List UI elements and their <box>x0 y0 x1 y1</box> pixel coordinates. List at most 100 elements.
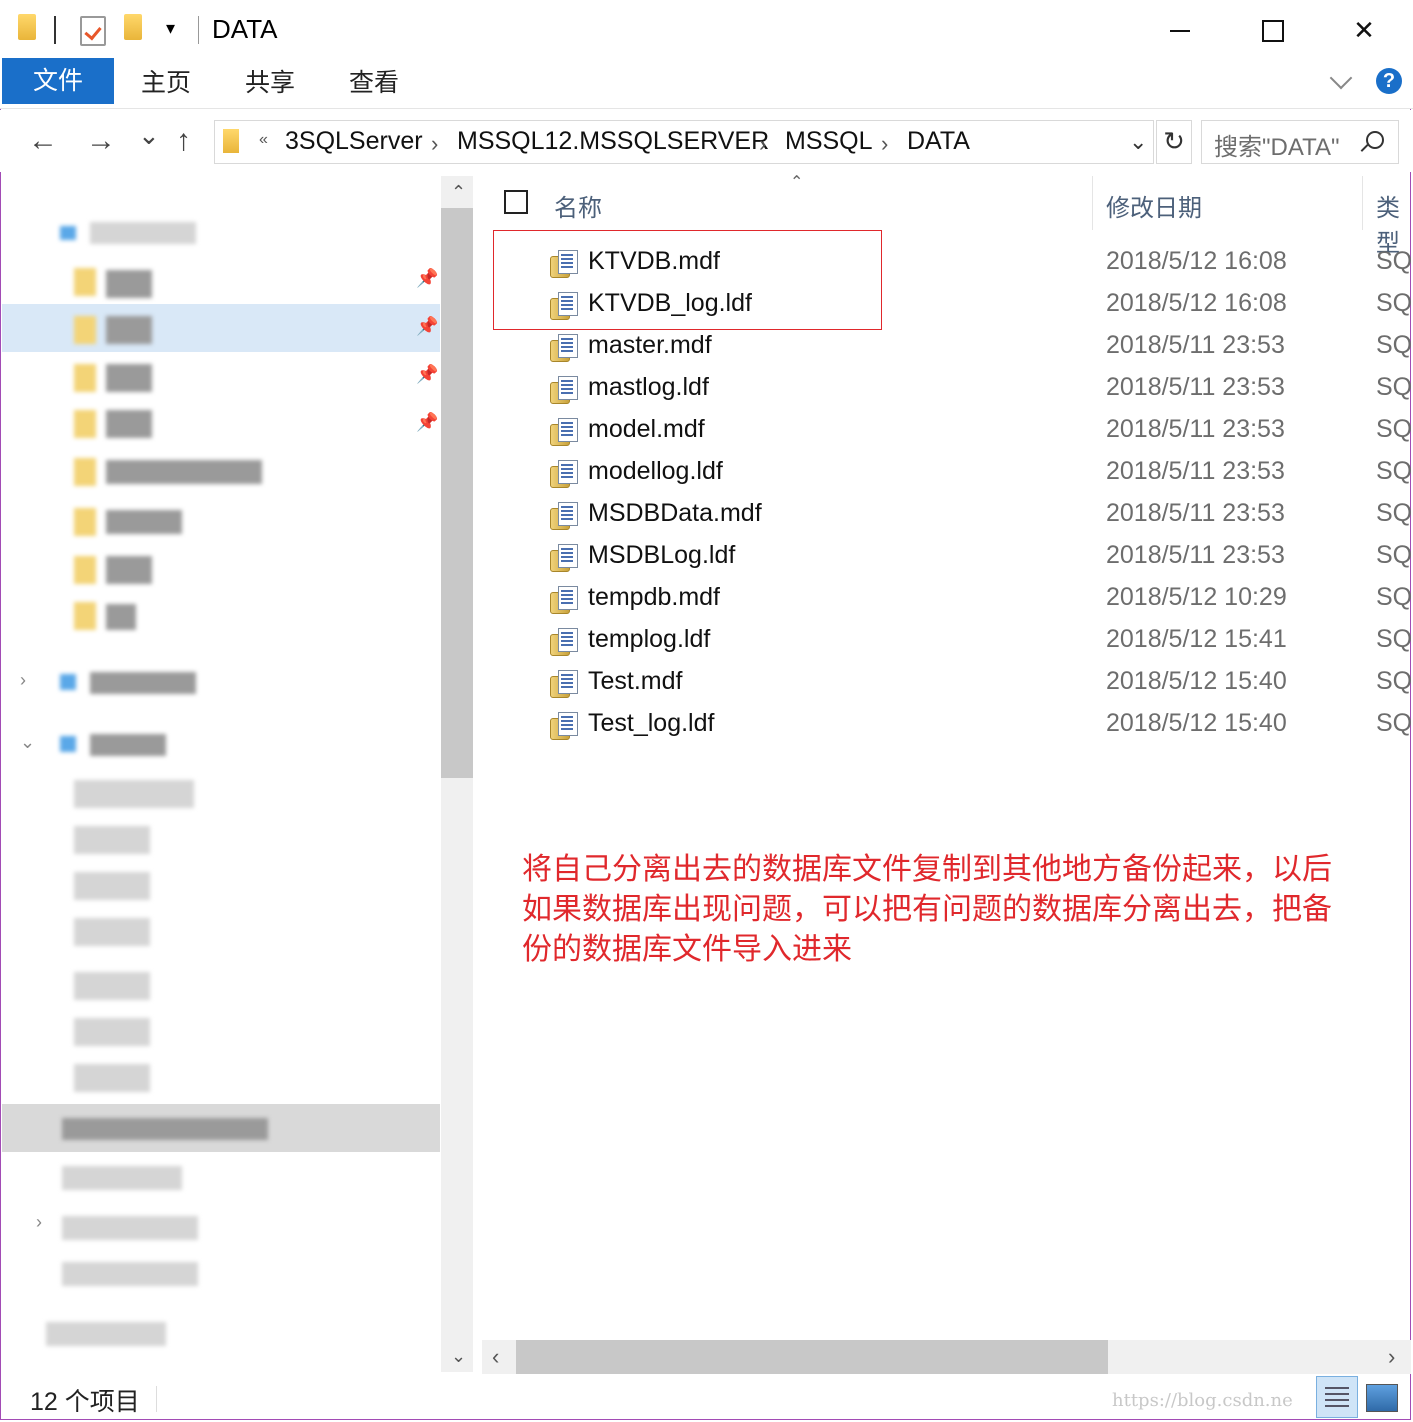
breadcrumb-mssql12[interactable]: MSSQL12.MSSQLSERVER <box>457 127 769 156</box>
customize-dropdown-icon[interactable]: ▾ <box>166 18 175 39</box>
scrollbar-thumb[interactable] <box>516 1340 1108 1374</box>
scroll-down-icon[interactable]: ⌄ <box>451 1346 466 1367</box>
tab-home[interactable]: 主页 <box>141 58 191 104</box>
breadcrumb-3sqlserver[interactable]: 3SQLServer <box>285 127 423 156</box>
nav-item-blurred[interactable] <box>74 872 150 900</box>
watermark: https://blog.csdn.ne <box>1112 1390 1293 1411</box>
nav-folder-icon <box>74 602 96 630</box>
tab-view[interactable]: 查看 <box>349 58 399 104</box>
nav-item-blurred[interactable] <box>62 1166 182 1190</box>
tab-share[interactable]: 共享 <box>245 58 295 104</box>
column-header-name[interactable]: 名称 <box>554 188 602 223</box>
expand-ribbon-chevron-icon[interactable] <box>1329 66 1353 90</box>
file-list-horizontal-scrollbar[interactable]: ‹ › <box>482 1340 1411 1374</box>
file-row[interactable]: master.mdf 2018/5/11 23:53 SQ <box>482 327 1413 369</box>
maximize-button[interactable] <box>1242 10 1302 50</box>
tab-file[interactable]: 文件 <box>2 58 114 104</box>
column-divider[interactable] <box>1092 176 1093 230</box>
address-bar[interactable]: « 3SQLServer › MSSQL12.MSSQLSERVER › MSS… <box>214 120 1154 164</box>
nav-item-blurred[interactable] <box>106 364 152 392</box>
nav-expand-chevron-icon[interactable]: › <box>36 1212 42 1233</box>
nav-item-blurred[interactable] <box>106 270 152 298</box>
breadcrumb-separator-icon[interactable]: › <box>881 131 888 157</box>
file-type: SQ <box>1376 331 1413 359</box>
file-row[interactable]: mastlog.ldf 2018/5/11 23:53 SQ <box>482 369 1413 411</box>
pin-icon[interactable]: 📌 <box>416 268 438 289</box>
scroll-right-icon[interactable]: › <box>1388 1344 1395 1370</box>
nav-collapse-chevron-icon[interactable]: ⌄ <box>20 732 35 753</box>
file-row[interactable]: templog.ldf 2018/5/12 15:41 SQ <box>482 621 1413 663</box>
nav-item-blurred[interactable] <box>62 1216 198 1240</box>
nav-item-blurred[interactable] <box>74 826 150 854</box>
navigation-pane[interactable]: 📌 📌 📌 📌 › ⌄ › <box>2 176 440 1372</box>
file-type: SQ <box>1376 625 1413 653</box>
file-row[interactable]: modellog.ldf 2018/5/11 23:53 SQ <box>482 453 1413 495</box>
quick-access-divider <box>54 16 56 44</box>
close-button[interactable]: ✕ <box>1334 10 1394 50</box>
nav-item-blurred[interactable] <box>106 510 182 534</box>
nav-item-blurred[interactable] <box>46 1322 166 1346</box>
search-input[interactable]: 搜索"DATA" <box>1201 120 1399 164</box>
nav-item-blurred[interactable] <box>90 734 166 756</box>
address-history-chevron-icon[interactable]: ⌄ <box>1129 129 1147 155</box>
nav-item-blurred[interactable] <box>106 460 262 484</box>
file-date: 2018/5/11 23:53 <box>1106 499 1285 527</box>
back-arrow-icon[interactable]: ← <box>28 124 58 158</box>
nav-folder-icon <box>74 508 96 536</box>
nav-item-blurred[interactable] <box>74 780 194 808</box>
search-icon[interactable] <box>1366 131 1384 149</box>
refresh-icon[interactable]: ↻ <box>1156 120 1192 164</box>
breadcrumb-separator-icon[interactable]: › <box>759 131 766 157</box>
file-row[interactable]: tempdb.mdf 2018/5/12 10:29 SQ <box>482 579 1413 621</box>
file-row[interactable]: MSDBData.mdf 2018/5/11 23:53 SQ <box>482 495 1413 537</box>
properties-check-icon[interactable] <box>80 16 106 46</box>
large-icons-view-icon[interactable] <box>1366 1384 1398 1412</box>
nav-item-blurred[interactable] <box>106 316 152 344</box>
nav-item-blurred[interactable] <box>106 410 152 438</box>
column-header-date[interactable]: 修改日期 <box>1106 188 1202 223</box>
breadcrumb-mssql[interactable]: MSSQL <box>785 127 873 156</box>
nav-pane-scrollbar[interactable]: ⌃ ⌄ <box>441 176 473 1372</box>
file-type: SQ <box>1376 499 1413 527</box>
ribbon-tabs: 文件 主页 共享 查看 ? <box>0 58 1413 109</box>
new-folder-icon[interactable] <box>124 14 142 40</box>
minimize-button[interactable] <box>1150 10 1210 50</box>
help-icon[interactable]: ? <box>1376 68 1402 94</box>
nav-item-blurred[interactable] <box>106 604 136 630</box>
details-view-icon[interactable] <box>1316 1376 1358 1418</box>
up-arrow-icon[interactable]: ↑ <box>176 124 191 158</box>
nav-item-blurred[interactable] <box>74 1018 150 1046</box>
file-row[interactable]: MSDBLog.ldf 2018/5/11 23:53 SQ <box>482 537 1413 579</box>
file-date: 2018/5/12 16:08 <box>1106 247 1287 275</box>
file-row[interactable]: Test_log.ldf 2018/5/12 15:40 SQ <box>482 705 1413 747</box>
recent-locations-chevron-icon[interactable]: ⌄ <box>138 120 160 151</box>
pin-icon[interactable]: 📌 <box>416 412 438 433</box>
address-overflow-icon[interactable]: « <box>259 131 268 149</box>
breadcrumb-separator-icon[interactable]: › <box>431 131 438 157</box>
nav-item-blurred[interactable] <box>90 672 196 694</box>
file-date: 2018/5/11 23:53 <box>1106 331 1285 359</box>
pin-icon[interactable]: 📌 <box>416 364 438 385</box>
forward-arrow-icon[interactable]: → <box>86 124 116 158</box>
scroll-up-icon[interactable]: ⌃ <box>451 182 466 203</box>
nav-item-blurred[interactable] <box>74 972 150 1000</box>
pin-icon[interactable]: 📌 <box>416 316 438 337</box>
scroll-left-icon[interactable]: ‹ <box>492 1344 499 1370</box>
nav-this-pc-icon <box>60 736 76 752</box>
nav-selected-item[interactable] <box>2 304 440 352</box>
file-row[interactable]: model.mdf 2018/5/11 23:53 SQ <box>482 411 1413 453</box>
nav-item-blurred[interactable] <box>62 1118 268 1140</box>
select-all-checkbox[interactable] <box>504 190 528 214</box>
nav-item-blurred[interactable] <box>106 556 152 584</box>
nav-item-blurred[interactable] <box>90 222 196 244</box>
file-row[interactable]: Test.mdf 2018/5/12 15:40 SQ <box>482 663 1413 705</box>
nav-item-blurred[interactable] <box>62 1262 198 1286</box>
folder-icon[interactable] <box>18 14 36 40</box>
maximize-icon <box>1262 20 1284 42</box>
nav-expand-chevron-icon[interactable]: › <box>20 670 26 691</box>
breadcrumb-data[interactable]: DATA <box>907 127 970 156</box>
column-divider[interactable] <box>1362 176 1363 230</box>
nav-item-blurred[interactable] <box>74 1064 150 1092</box>
scrollbar-thumb[interactable] <box>441 208 473 778</box>
nav-item-blurred[interactable] <box>74 918 150 946</box>
